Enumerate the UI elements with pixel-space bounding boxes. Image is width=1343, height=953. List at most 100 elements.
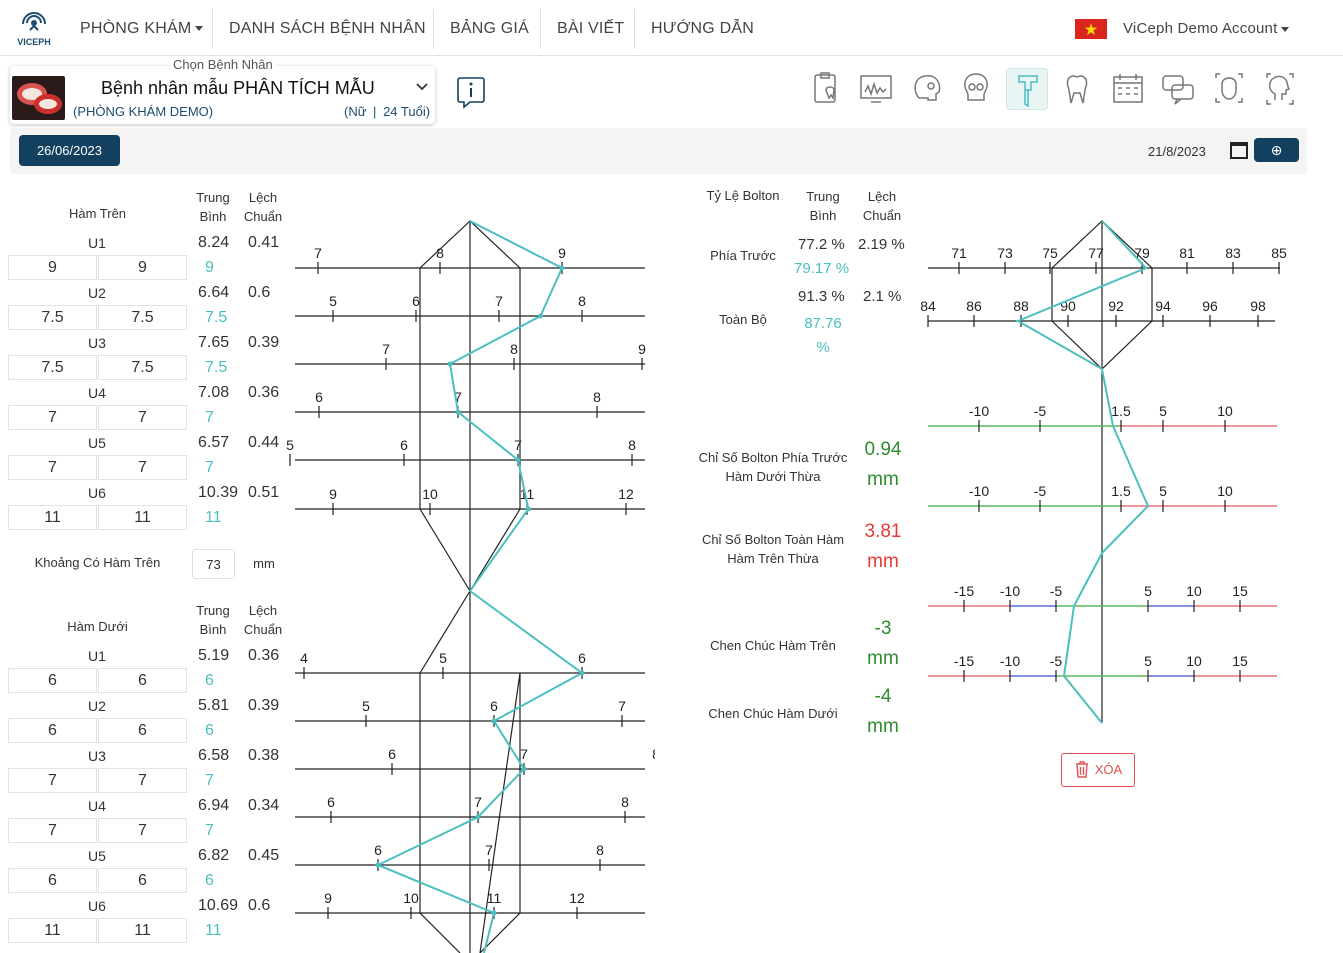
upper-tick-label: 6	[400, 437, 408, 453]
lower-avg-value: 6	[205, 722, 214, 739]
lower-tick-label: 6	[388, 746, 396, 762]
upper-tick-label: 6	[315, 389, 323, 405]
skull-side-icon[interactable]	[907, 68, 949, 110]
bolton-front-excess-value: 0.94 mm	[864, 439, 902, 490]
lower-right-input[interactable]: 7	[98, 768, 187, 793]
lower-tick-label: 7	[520, 746, 528, 762]
bolton-total-discrepancy-scale-tick-label: -10	[969, 483, 989, 499]
nav-price-list[interactable]: BẢNG GIÁ	[450, 0, 529, 56]
lower-left-input[interactable]: 6	[8, 718, 97, 743]
upper-tick-label: 6	[412, 293, 420, 309]
patient-avatar	[12, 76, 65, 120]
lower-left-input[interactable]: 11	[8, 918, 97, 943]
clipboard-tooth-icon[interactable]	[806, 68, 848, 110]
upper-tick-label: 7	[495, 293, 503, 309]
add-session-button[interactable]: ⊕	[1254, 138, 1299, 162]
upper-left-input[interactable]: 11	[8, 505, 97, 530]
upper-right-input[interactable]: 7	[98, 455, 187, 480]
upper-avg-value: 11	[205, 509, 222, 526]
upper-avg-value: 7	[205, 459, 214, 476]
lower-tick-label: 5	[439, 650, 447, 666]
lower-tooth-label: U6	[88, 898, 106, 914]
lower-sd-value: 0.34	[248, 797, 280, 814]
lower-mean-value: 6.82	[198, 847, 230, 864]
upper-tooth-label: U2	[88, 285, 106, 301]
patient-clinic: (PHÒNG KHÁM DEMO)	[73, 104, 214, 119]
account-name: ViCeph Demo Account	[1123, 20, 1278, 37]
lower-tick-label: 8	[652, 746, 655, 762]
upper-tick-label: 7	[314, 245, 322, 261]
calendar-icon[interactable]	[1229, 140, 1249, 165]
lower-right-input[interactable]: 6	[98, 718, 187, 743]
measured-point	[559, 265, 565, 271]
upper-space-unit: mm	[253, 556, 275, 571]
lower-left-input[interactable]: 6	[8, 868, 97, 893]
lower-tick-label: 6	[490, 698, 498, 714]
lower-avg-value: 11	[205, 922, 222, 939]
nav-clinic[interactable]: PHÒNG KHÁM	[80, 0, 204, 56]
nav-patient-list[interactable]: DANH SÁCH BỆNH NHÂN	[229, 0, 426, 56]
upper-right-input[interactable]: 11	[98, 505, 187, 530]
session-date-tab[interactable]: 26/06/2023	[19, 135, 120, 166]
skull-front-icon[interactable]	[955, 68, 997, 110]
chat-icon[interactable]	[1157, 68, 1199, 110]
bolton-front-scale-tick-label: 71	[951, 245, 967, 261]
bolton-total-discrepancy-scale-tick-label: 10	[1217, 483, 1233, 499]
tooth-size-chart: 7895678789678567891011124565676786786789…	[286, 220, 655, 953]
tooth-icon[interactable]	[1056, 68, 1098, 110]
lower-left-input[interactable]: 6	[8, 668, 97, 693]
upper-tick-label: 8	[436, 245, 444, 261]
upper-mean-value: 6.64	[198, 284, 230, 301]
upper-right-input[interactable]: 7.5	[98, 305, 187, 330]
info-icon[interactable]	[456, 75, 486, 114]
bolton-total-scale-tick-label: 86	[966, 298, 982, 314]
chevron-down-icon[interactable]	[415, 80, 429, 99]
lower-right-input[interactable]: 6	[98, 668, 187, 693]
upper-space-input[interactable]: 73	[192, 549, 235, 579]
upper-right-input[interactable]: 7.5	[98, 355, 187, 380]
upper-tick-label: 7	[514, 437, 522, 453]
face-side-icon[interactable]	[1259, 68, 1301, 110]
bolton-front-mean: 77.2 %	[798, 236, 845, 253]
upper-left-input[interactable]: 7.5	[8, 355, 97, 380]
viceph-logo[interactable]: VICEPH	[14, 8, 54, 48]
upper-left-input[interactable]: 7	[8, 455, 97, 480]
calendar-grid-icon[interactable]	[1107, 68, 1149, 110]
xray-monitor-icon[interactable]	[855, 68, 897, 110]
upper-left-input[interactable]: 7	[8, 405, 97, 430]
lower-left-input[interactable]: 7	[8, 818, 97, 843]
lower-right-input[interactable]: 6	[98, 868, 187, 893]
lower-left-input[interactable]: 7	[8, 768, 97, 793]
upper-right-input[interactable]: 7	[98, 405, 187, 430]
patient-gender-age: (Nữ | 24 Tuổi)	[344, 104, 430, 119]
upper-tick-label: 12	[618, 486, 634, 502]
account-menu[interactable]: ViCeph Demo Account	[1123, 0, 1290, 56]
caliper-icon[interactable]	[1006, 68, 1048, 110]
date-picker-value[interactable]: 21/8/2023	[1148, 144, 1206, 159]
upper-left-input[interactable]: 9	[8, 255, 97, 280]
measured-point	[375, 862, 381, 868]
lower-right-input[interactable]: 11	[98, 918, 187, 943]
nav-guide[interactable]: HƯỚNG DẪN	[651, 0, 754, 56]
vietnam-flag-icon[interactable]	[1075, 19, 1107, 39]
delete-button[interactable]: XÓA	[1061, 753, 1135, 787]
bolton-front-scale-tick-label: 77	[1088, 245, 1104, 261]
nav-articles[interactable]: BÀI VIẾT	[557, 0, 624, 56]
nav-divider	[212, 9, 213, 49]
patient-selector[interactable]: Chọn Bệnh Nhân Bệnh nhân mẫu PHÂN TÍCH M…	[10, 57, 435, 124]
crowding-lower-scale-tick-label: 10	[1186, 653, 1202, 669]
lower-tick-label: 5	[362, 698, 370, 714]
upper-right-input[interactable]: 9	[98, 255, 187, 280]
lower-right-input[interactable]: 7	[98, 818, 187, 843]
crowding-upper-scale-tick-label: 15	[1232, 583, 1248, 599]
caret-down-icon	[195, 26, 204, 32]
upper-sd-value: 0.6	[248, 284, 271, 301]
bolton-front-scale-tick-label: 81	[1179, 245, 1195, 261]
lower-sd-header: Lệch Chuẩn	[243, 603, 283, 637]
crowding-lower-scale-tick-label: 5	[1144, 653, 1152, 669]
lower-avg-value: 6	[205, 872, 214, 889]
upper-tooth-label: U4	[88, 385, 106, 401]
bolton-front-value: 79.17 %	[794, 260, 850, 277]
upper-left-input[interactable]: 7.5	[8, 305, 97, 330]
face-front-icon[interactable]	[1208, 68, 1250, 110]
